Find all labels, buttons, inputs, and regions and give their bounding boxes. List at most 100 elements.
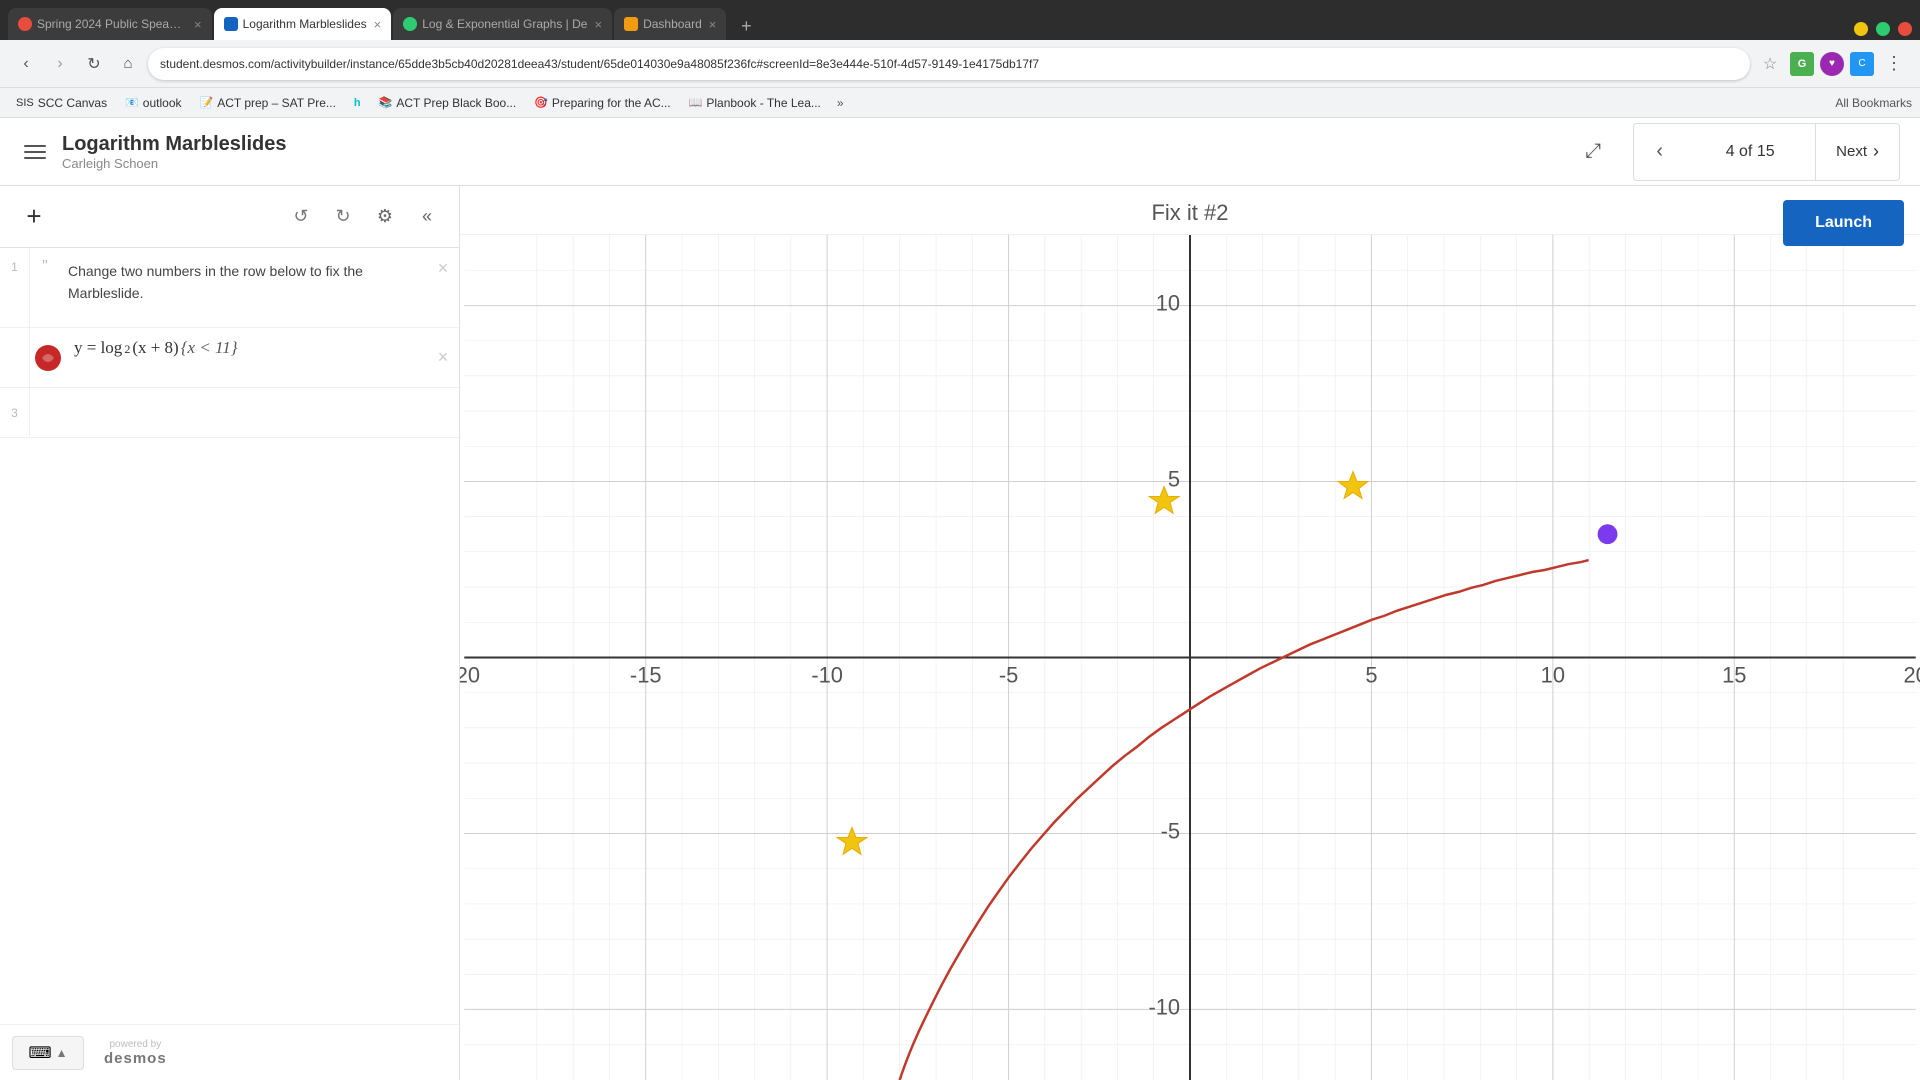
minimize-button[interactable] (1854, 22, 1868, 36)
new-tab-button[interactable]: + (732, 12, 760, 40)
tab-dashboard[interactable]: Dashboard × (614, 8, 726, 40)
expression-row-3: 3 (0, 388, 459, 438)
svg-text:5: 5 (1168, 467, 1180, 492)
launch-button-container: Launch (1783, 200, 1904, 246)
extension2-icon[interactable]: ♥ (1820, 52, 1844, 76)
svg-text:10: 10 (1156, 291, 1180, 316)
prev-page-button[interactable]: ‹ (1633, 123, 1685, 181)
keyboard-chevron-icon: ▲ (56, 1046, 68, 1060)
left-toolbar: + ↺ ↻ ⚙ « (0, 186, 459, 248)
bookmark-preparing[interactable]: 🎯 Preparing for the AC... (526, 94, 678, 112)
tab-logarithm[interactable]: Logarithm Marbleslides × (214, 8, 392, 40)
svg-text:-15: -15 (630, 662, 662, 687)
equation-display: y = log2(x + 8) {x < 11} (74, 338, 419, 358)
tab1-title: Spring 2024 Public Speaking (C (37, 17, 187, 31)
extension3-icon[interactable]: C (1850, 52, 1874, 76)
svg-text:15: 15 (1722, 662, 1746, 687)
more-bookmarks[interactable]: » (831, 94, 850, 112)
refresh-button[interactable]: ↻ (80, 50, 108, 78)
expression-row-2: y = log2(x + 8) {x < 11} × (0, 328, 459, 388)
svg-text:-20: -20 (460, 662, 480, 687)
next-chevron-icon: › (1873, 141, 1879, 162)
home-button[interactable]: ⌂ (114, 50, 142, 78)
bookmark-scc[interactable]: SIS SCC Canvas (8, 94, 115, 112)
keyboard-icon: ⌨ (29, 1043, 52, 1063)
bookmarks-bar: SIS SCC Canvas 📧 outlook 📝 ACT prep – SA… (0, 88, 1920, 118)
graph-svg: -20 -15 -10 -5 5 10 15 20 10 5 -5 (460, 235, 1920, 1080)
tab1-favicon (18, 17, 32, 31)
expr-content-1: Change two numbers in the row below to f… (60, 248, 427, 327)
expr-number-1: 1 (0, 248, 30, 327)
launch-button[interactable]: Launch (1783, 200, 1904, 246)
bookmark-act2[interactable]: 📚 ACT Prep Black Boo... (371, 94, 525, 112)
bookmark-act1[interactable]: 📝 ACT prep – SAT Pre... (192, 94, 344, 112)
powered-by-text: powered by (110, 1039, 162, 1050)
hamburger-button[interactable] (20, 141, 50, 163)
next-page-button[interactable]: Next › (1815, 123, 1900, 181)
settings-button[interactable]: ⚙ (369, 201, 401, 233)
tab-log-exponential[interactable]: Log & Exponential Graphs | De × (393, 8, 612, 40)
address-bar: ‹ › ↻ ⌂ ☆ G ♥ C ⋮ (0, 40, 1920, 88)
undo-button[interactable]: ↺ (285, 201, 317, 233)
tab4-favicon (624, 17, 638, 31)
keyboard-button[interactable]: ⌨ ▲ (12, 1036, 84, 1070)
bookmark-planbook-label: Planbook - The Lea... (706, 96, 821, 110)
next-label: Next (1836, 143, 1867, 160)
star-button[interactable]: ☆ (1756, 50, 1784, 78)
svg-text:-10: -10 (1148, 994, 1180, 1019)
tab2-favicon (224, 17, 238, 31)
app-header: Logarithm Marbleslides Carleigh Schoen ⤢… (0, 118, 1920, 186)
expr-content-3[interactable] (30, 388, 459, 437)
powered-by-desmos: powered by desmos (104, 1039, 167, 1067)
add-expression-button[interactable]: + (16, 199, 52, 235)
app-subtitle: Carleigh Schoen (62, 156, 287, 171)
expr-close-1[interactable]: × (427, 248, 459, 327)
nav-controls: ‹ 4 of 15 Next › (1633, 123, 1900, 181)
expand-icon[interactable]: ⤢ (1585, 140, 1601, 163)
expr-number-2 (0, 328, 30, 387)
extension1-icon[interactable]: G (1790, 52, 1814, 76)
expression-list: 1 " Change two numbers in the row below … (0, 248, 459, 1024)
maximize-button[interactable] (1876, 22, 1890, 36)
bookmark-act2-label: ACT Prep Black Boo... (396, 96, 516, 110)
tab-bar: Spring 2024 Public Speaking (C × Logarit… (0, 0, 1920, 40)
close-button[interactable] (1898, 22, 1912, 36)
svg-text:5: 5 (1365, 662, 1377, 687)
tab2-title: Logarithm Marbleslides (243, 17, 367, 31)
more-button[interactable]: ⋮ (1880, 50, 1908, 78)
bookmark-h[interactable]: h (346, 95, 369, 111)
tab3-close[interactable]: × (594, 17, 602, 32)
main-content: + ↺ ↻ ⚙ « 1 " Change two numbers in the … (0, 186, 1920, 1080)
window-controls (1854, 22, 1912, 40)
tab2-close[interactable]: × (374, 17, 382, 32)
tab1-close[interactable]: × (194, 17, 202, 32)
browser-chrome: Spring 2024 Public Speaking (C × Logarit… (0, 0, 1920, 118)
tab3-favicon (403, 17, 417, 31)
expr-quote-icon: " (30, 248, 60, 327)
app-title-group: Logarithm Marbleslides Carleigh Schoen (62, 133, 287, 171)
svg-text:-5: -5 (1161, 818, 1180, 843)
bookmark-preparing-label: Preparing for the AC... (552, 96, 671, 110)
tab-spring-speaking[interactable]: Spring 2024 Public Speaking (C × (8, 8, 212, 40)
collapse-panel-button[interactable]: « (411, 201, 443, 233)
redo-button[interactable]: ↻ (327, 201, 359, 233)
tab3-title: Log & Exponential Graphs | De (422, 17, 587, 31)
expr-content-2[interactable]: y = log2(x + 8) {x < 11} (66, 328, 427, 387)
hamburger-line-1 (24, 145, 46, 147)
purple-dot (1598, 524, 1618, 544)
tab4-close[interactable]: × (709, 17, 717, 32)
back-button[interactable]: ‹ (12, 50, 40, 78)
svg-text:-10: -10 (811, 662, 843, 687)
app: Logarithm Marbleslides Carleigh Schoen ⤢… (0, 118, 1920, 1080)
forward-button[interactable]: › (46, 50, 74, 78)
app-title: Logarithm Marbleslides (62, 133, 287, 156)
hamburger-line-3 (24, 157, 46, 159)
bookmark-outlook-label: outlook (143, 96, 182, 110)
left-panel-footer: ⌨ ▲ powered by desmos (0, 1024, 459, 1080)
all-bookmarks[interactable]: All Bookmarks (1835, 96, 1912, 110)
expr-close-2[interactable]: × (427, 328, 459, 387)
bookmark-outlook[interactable]: 📧 outlook (117, 94, 189, 112)
svg-text:10: 10 (1541, 662, 1565, 687)
url-input[interactable] (148, 48, 1750, 80)
bookmark-planbook[interactable]: 📖 Planbook - The Lea... (681, 94, 829, 112)
